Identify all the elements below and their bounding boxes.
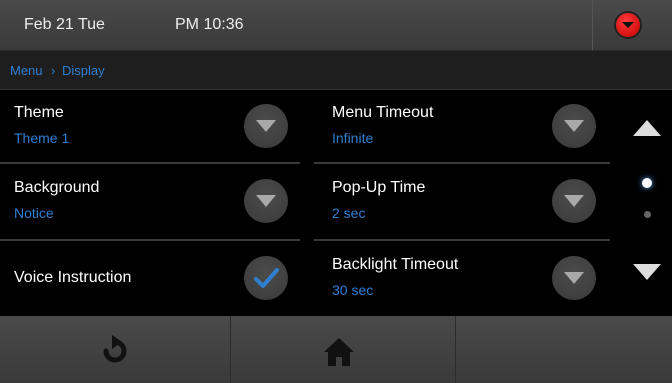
alert-chevron-down-icon[interactable]: [616, 13, 640, 37]
bottom-nav: [0, 316, 672, 383]
chevron-down-icon[interactable]: [552, 256, 596, 300]
setting-background[interactable]: Background Notice: [0, 165, 290, 239]
setting-value: Infinite: [332, 130, 374, 146]
divider: [0, 162, 300, 164]
empty-nav-slot: [456, 316, 672, 383]
refresh-button[interactable]: [0, 316, 230, 383]
setting-menu-timeout[interactable]: Menu Timeout Infinite: [306, 90, 596, 164]
home-icon: [324, 338, 354, 366]
divider: [314, 239, 610, 241]
setting-value: 2 sec: [332, 205, 366, 221]
setting-voice-instruction[interactable]: Voice Instruction: [0, 242, 290, 316]
setting-label: Background: [14, 179, 100, 196]
setting-label: Backlight Timeout: [332, 256, 459, 273]
page-indicator-active: [642, 178, 652, 188]
setting-label: Pop-Up Time: [332, 179, 426, 196]
setting-popup-time[interactable]: Pop-Up Time 2 sec: [306, 165, 596, 239]
chevron-down-icon[interactable]: [552, 179, 596, 223]
setting-backlight-timeout[interactable]: Backlight Timeout 30 sec: [306, 242, 596, 316]
checkmark-icon: [254, 268, 279, 288]
chevron-down-icon[interactable]: [244, 104, 288, 148]
date-text: Feb 21 Tue: [24, 16, 105, 33]
page-scroller: [624, 90, 672, 316]
breadcrumb-menu[interactable]: Menu: [10, 63, 43, 78]
setting-value: 30 sec: [332, 282, 374, 298]
breadcrumb-display: Display: [62, 63, 105, 78]
chevron-down-icon[interactable]: [552, 104, 596, 148]
status-bar: Feb 21 Tue PM 10:36: [0, 0, 672, 51]
setting-label: Menu Timeout: [332, 104, 434, 121]
breadcrumb-separator-icon: ›: [51, 63, 56, 78]
setting-theme[interactable]: Theme Theme 1: [0, 90, 290, 164]
home-button[interactable]: [231, 316, 455, 383]
setting-label: Theme: [14, 104, 64, 121]
breadcrumb: Menu › Display: [0, 51, 672, 90]
divider: [0, 239, 300, 241]
arrow-down-icon[interactable]: [633, 264, 661, 280]
divider: [314, 162, 610, 164]
status-bar-divider: [592, 0, 593, 50]
time-text: PM 10:36: [175, 16, 244, 33]
setting-value: Notice: [14, 205, 54, 221]
arrow-up-icon[interactable]: [633, 120, 661, 136]
page-indicator-inactive: [644, 211, 651, 218]
refresh-icon: [103, 335, 127, 363]
setting-value: Theme 1: [14, 130, 70, 146]
voice-instruction-checkbox[interactable]: [244, 256, 288, 300]
setting-label: Voice Instruction: [14, 269, 132, 286]
chevron-down-icon[interactable]: [244, 179, 288, 223]
